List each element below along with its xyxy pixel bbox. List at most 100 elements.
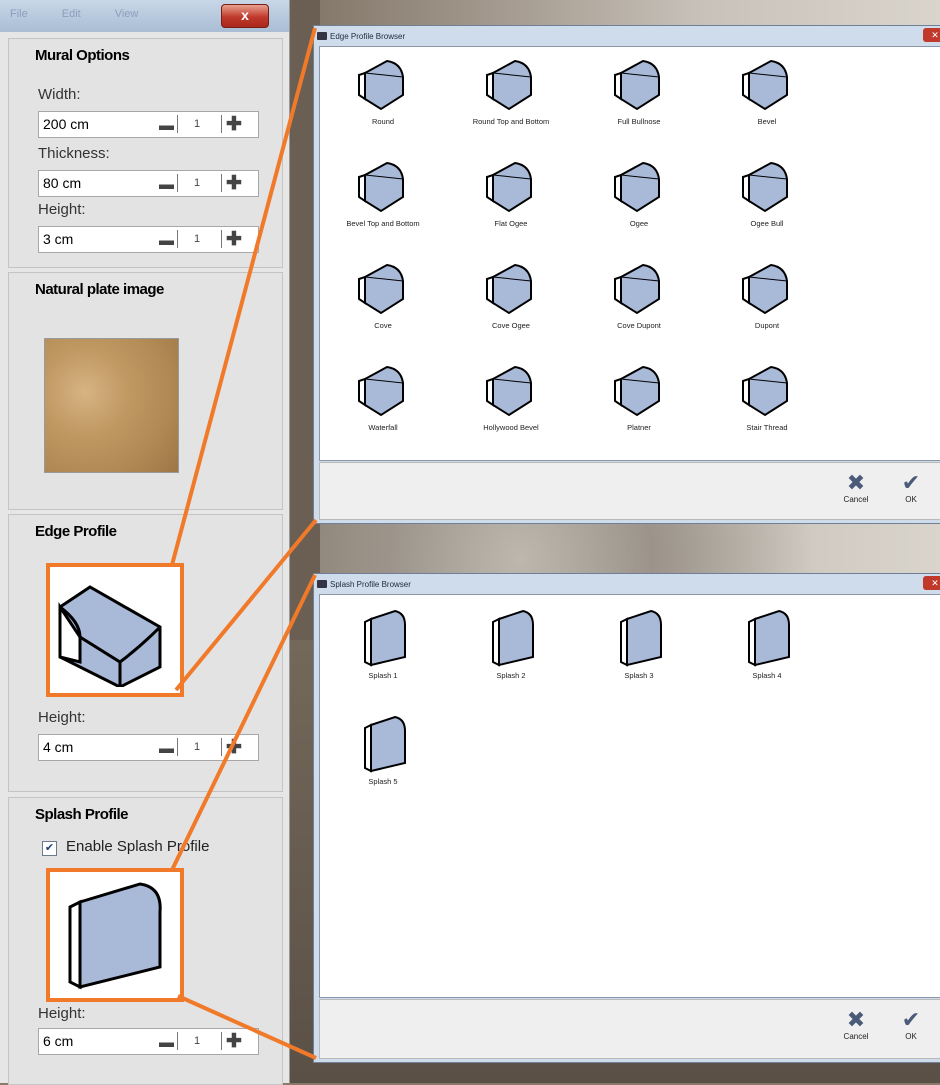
ok-label: OK	[905, 495, 917, 504]
splash-profile-label: Splash 5	[368, 777, 398, 786]
step-value: 1	[194, 118, 201, 130]
splash-3-profile-icon	[620, 609, 662, 667]
edge-profile-item-round-top-and-bottom[interactable]: Round Top and Bottom	[451, 55, 571, 126]
thickness-input[interactable]: 80 cm	[43, 175, 81, 191]
ogee-bull-profile-icon	[742, 161, 788, 213]
platner-profile-icon	[614, 365, 660, 417]
splash-profile-item-splash-1[interactable]: Splash 1	[323, 605, 443, 680]
plate-image[interactable]	[44, 338, 179, 473]
edge-profile-item-flat-ogee[interactable]: Flat Ogee	[451, 157, 571, 228]
edge-profile-label: Round	[371, 117, 395, 126]
edge-profile-item-dupont[interactable]: Dupont	[707, 259, 827, 330]
dupont-profile-icon	[742, 263, 788, 315]
close-icon[interactable]: ✕	[923, 576, 940, 590]
decrement-icon[interactable]: ▬	[159, 1034, 174, 1051]
increment-icon[interactable]: ✚	[226, 736, 242, 759]
thickness-stepper[interactable]: 80 cm ▬ 1 ✚	[38, 170, 259, 197]
increment-icon[interactable]: ✚	[226, 172, 242, 195]
edge-height-input[interactable]: 4 cm	[43, 739, 73, 755]
cancel-button[interactable]: ✖ Cancel	[836, 1008, 876, 1042]
edge-profile-browser-window: Edge Profile Browser ✕ Round Round Top an…	[313, 25, 940, 524]
splash-1-profile-icon	[364, 609, 406, 667]
section-title: Mural Options	[35, 47, 130, 64]
edge-profile-grid: Round Round Top and Bottom Full Bullnose Be…	[319, 46, 940, 461]
height-stepper[interactable]: 3 cm ▬ 1 ✚	[38, 226, 259, 253]
waterfall-profile-icon	[58, 585, 162, 689]
splash-profile-item-splash-5[interactable]: Splash 5	[323, 711, 443, 786]
decrement-icon[interactable]: ▬	[159, 740, 174, 757]
thickness-label: Thickness:	[38, 145, 110, 162]
splash-profile-label: Splash 4	[752, 671, 782, 680]
round-top-and-bottom-profile-icon	[486, 59, 532, 111]
cove-profile-icon	[358, 263, 404, 315]
edge-profile-item-stair-thread[interactable]: Stair Thread	[707, 361, 827, 432]
splash-profile-item-splash-3[interactable]: Splash 3	[579, 605, 699, 680]
edge-profile-label: Cove	[374, 321, 392, 330]
dialog-footer: ✖ Cancel ✔ OK	[319, 999, 940, 1059]
menu-item-edit[interactable]: Edit	[62, 8, 81, 20]
splash-4-profile-icon	[748, 609, 790, 667]
edge-profile-label: Ogee Bull	[750, 219, 784, 228]
checkmark-icon: ✔	[901, 470, 921, 495]
splash-profile-item-splash-4[interactable]: Splash 4	[707, 605, 827, 680]
ok-button[interactable]: ✔ OK	[891, 470, 931, 505]
increment-icon[interactable]: ✚	[226, 113, 242, 136]
splash-height-stepper[interactable]: 6 cm ▬ 1 ✚	[38, 1028, 259, 1055]
splash-profile-browser-window: Splash Profile Browser ✕ Splash 1 Splash …	[313, 573, 940, 1063]
height-input[interactable]: 3 cm	[43, 231, 73, 247]
edge-profile-thumbnail[interactable]	[46, 563, 184, 697]
edge-profile-item-bevel-top-and-bottom[interactable]: Bevel Top and Bottom	[323, 157, 443, 228]
splash-height-label: Height:	[38, 1005, 86, 1022]
stair-thread-profile-icon	[742, 365, 788, 417]
enable-splash-checkbox[interactable]: ✔	[42, 841, 57, 856]
splash-profile-label: Splash 1	[368, 671, 398, 680]
edge-profile-item-bevel[interactable]: Bevel	[707, 55, 827, 126]
menu-item-view[interactable]: View	[115, 8, 139, 20]
splash-height-input[interactable]: 6 cm	[43, 1033, 73, 1049]
edge-profile-item-platner[interactable]: Platner	[579, 361, 699, 432]
window-title: Splash Profile Browser	[330, 580, 411, 589]
cancel-label: Cancel	[843, 1032, 869, 1041]
edge-profile-item-cove-ogee[interactable]: Cove Ogee	[451, 259, 571, 330]
splash-profile-item-splash-2[interactable]: Splash 2	[451, 605, 571, 680]
splash-profile-thumbnail[interactable]	[46, 868, 184, 1002]
decrement-icon[interactable]: ▬	[159, 176, 174, 193]
cancel-button[interactable]: ✖ Cancel	[836, 470, 876, 505]
cove-ogee-profile-icon	[486, 263, 532, 315]
edge-profile-label: Flat Ogee	[494, 219, 528, 228]
hollywood-bevel-profile-icon	[486, 365, 532, 417]
ok-label: OK	[905, 1032, 917, 1041]
edge-profile-item-ogee[interactable]: Ogee	[579, 157, 699, 228]
decrement-icon[interactable]: ▬	[159, 117, 174, 134]
increment-icon[interactable]: ✚	[226, 228, 242, 251]
edge-height-stepper[interactable]: 4 cm ▬ 1 ✚	[38, 734, 259, 761]
close-icon[interactable]: ✕	[923, 28, 940, 42]
edge-profile-item-cove-dupont[interactable]: Cove Dupont	[579, 259, 699, 330]
cancel-icon: ✖	[846, 470, 866, 495]
edge-profile-label: Cove Ogee	[492, 321, 530, 330]
edge-profile-label: Bevel Top and Bottom	[346, 219, 420, 228]
edge-profile-item-hollywood-bevel[interactable]: Hollywood Bevel	[451, 361, 571, 432]
step-value: 1	[194, 1035, 201, 1047]
step-value: 1	[194, 233, 201, 245]
edge-profile-item-ogee-bull[interactable]: Ogee Bull	[707, 157, 827, 228]
ok-button[interactable]: ✔ OK	[891, 1008, 931, 1042]
width-input[interactable]: 200 cm	[43, 116, 89, 132]
edge-profile-item-round[interactable]: Round	[323, 55, 443, 126]
properties-panel: File Edit View x Mural Options Width: 20…	[0, 0, 290, 1085]
increment-icon[interactable]: ✚	[226, 1030, 242, 1053]
edge-profile-item-waterfall[interactable]: Waterfall	[323, 361, 443, 432]
decrement-icon[interactable]: ▬	[159, 232, 174, 249]
edge-profile-item-full-bullnose[interactable]: Full Bullnose	[579, 55, 699, 126]
edge-profile-label: Hollywood Bevel	[483, 423, 539, 432]
window-titlebar: Edge Profile Browser ✕	[314, 26, 940, 46]
edge-profile-item-cove[interactable]: Cove	[323, 259, 443, 330]
edge-height-label: Height:	[38, 709, 86, 726]
close-button[interactable]: x	[221, 4, 269, 28]
section-title: Edge Profile	[35, 523, 117, 540]
width-stepper[interactable]: 200 cm ▬ 1 ✚	[38, 111, 259, 138]
waterfall-profile-icon	[358, 365, 404, 417]
menu-item-file[interactable]: File	[10, 8, 28, 20]
app-icon	[317, 32, 327, 40]
window-titlebar: Splash Profile Browser ✕	[314, 574, 940, 594]
